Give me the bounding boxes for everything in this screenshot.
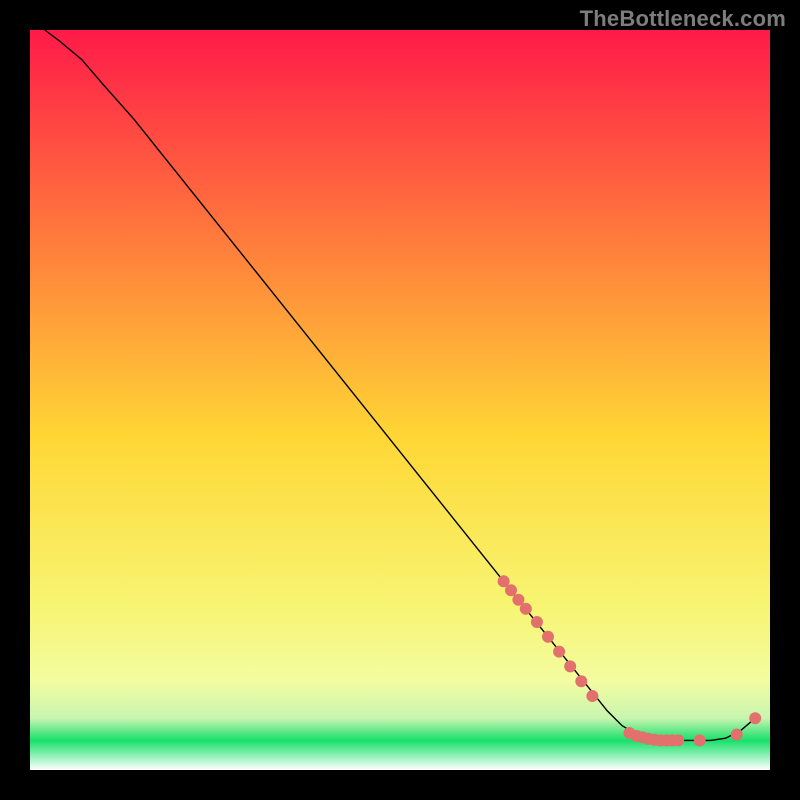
bottleneck-chart — [0, 0, 800, 800]
watermark-text: TheBottleneck.com — [580, 6, 786, 32]
data-point — [731, 729, 743, 741]
data-point — [505, 584, 517, 596]
data-point — [564, 660, 576, 672]
data-point — [553, 646, 565, 658]
data-point — [749, 712, 761, 724]
data-point — [520, 603, 532, 615]
chart-stage: TheBottleneck.com — [0, 0, 800, 800]
data-point — [531, 616, 543, 628]
data-point — [575, 675, 587, 687]
data-point — [586, 690, 598, 702]
plot-background — [30, 30, 770, 770]
data-point — [542, 631, 554, 643]
data-point — [694, 734, 706, 746]
data-point — [672, 734, 684, 746]
